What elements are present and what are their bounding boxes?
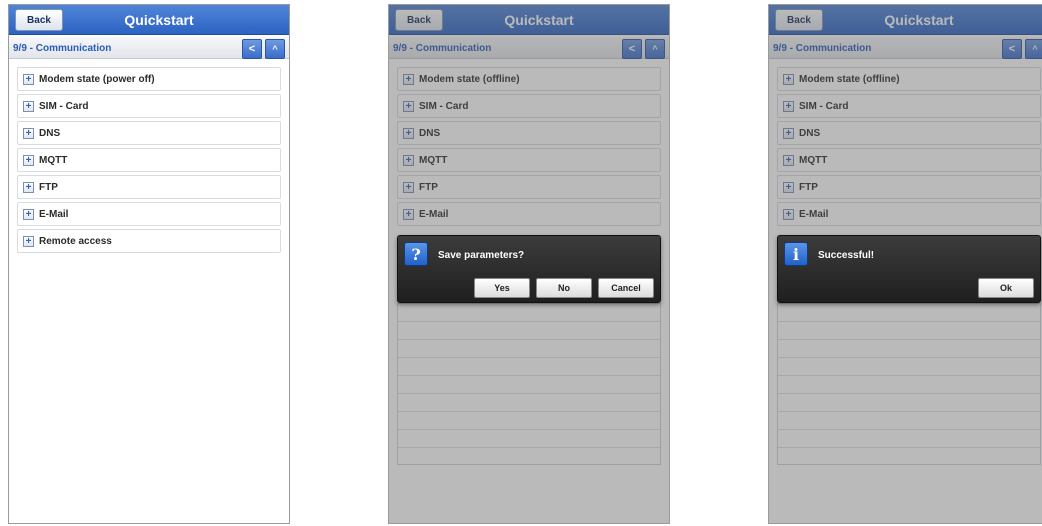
back-button[interactable]: Back — [15, 9, 63, 31]
settings-list: + Modem state (power off) + SIM - Card + DN… — [17, 67, 281, 256]
list-item-mqtt[interactable]: + MQTT — [17, 148, 281, 172]
collapse-up-button[interactable]: ^ — [265, 39, 285, 59]
plus-icon[interactable]: + — [23, 208, 34, 220]
previous-button[interactable]: < — [242, 39, 262, 59]
plus-icon[interactable]: + — [23, 73, 34, 85]
dialog-message: Save parameters? — [438, 249, 525, 261]
screen-quickstart-list: Back Quickstart 9/9 - Communication < ^ … — [8, 4, 290, 524]
step-bar: 9/9 - Communication < ^ — [9, 37, 289, 59]
no-button[interactable]: No — [536, 278, 592, 298]
list-item-email[interactable]: + E-Mail — [17, 202, 281, 226]
page-title: Quickstart — [124, 12, 194, 28]
plus-icon[interactable]: + — [23, 235, 34, 247]
plus-icon[interactable]: + — [23, 154, 34, 166]
list-item-dns[interactable]: + DNS — [17, 121, 281, 145]
list-item-label: DNS — [39, 127, 61, 139]
list-item-label: MQTT — [39, 154, 68, 166]
list-item-label: E-Mail — [39, 208, 69, 220]
plus-icon[interactable]: + — [23, 181, 34, 193]
cancel-button[interactable]: Cancel — [598, 278, 654, 298]
yes-button[interactable]: Yes — [474, 278, 530, 298]
list-item-sim-card[interactable]: + SIM - Card — [17, 94, 281, 118]
question-icon: ? — [404, 242, 428, 266]
plus-icon[interactable]: + — [23, 127, 34, 139]
screen-success-dialog: Back Quickstart 9/9 - Communication < ^ … — [768, 4, 1042, 524]
plus-icon[interactable]: + — [23, 100, 34, 112]
step-label: 9/9 - Communication — [13, 42, 112, 54]
ok-button[interactable]: Ok — [978, 278, 1034, 298]
list-item-label: FTP — [39, 181, 58, 193]
list-item-label: SIM - Card — [39, 100, 89, 112]
list-item-modem-state[interactable]: + Modem state (power off) — [17, 67, 281, 91]
top-bar: Back Quickstart — [9, 5, 289, 35]
list-item-label: Modem state (power off) — [39, 73, 155, 85]
dialog-message: Successful! — [818, 249, 875, 261]
list-item-label: Remote access — [39, 235, 112, 247]
screen-save-dialog: Back Quickstart 9/9 - Communication < ^ … — [388, 4, 670, 524]
list-item-ftp[interactable]: + FTP — [17, 175, 281, 199]
success-dialog: i Successful! Ok — [777, 235, 1041, 303]
list-item-remote-access[interactable]: + Remote access — [17, 229, 281, 253]
save-dialog: ? Save parameters? Yes No Cancel — [397, 235, 661, 303]
info-icon: i — [784, 242, 808, 266]
